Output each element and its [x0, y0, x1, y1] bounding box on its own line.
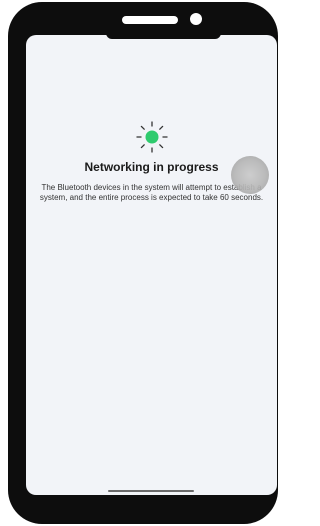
home-indicator[interactable]	[108, 490, 194, 492]
loading-spinner-icon	[136, 121, 168, 153]
front-camera	[190, 13, 202, 25]
notch	[106, 35, 221, 39]
speaker-grille	[122, 16, 178, 24]
touch-indicator	[231, 156, 269, 194]
status-dot	[145, 130, 159, 144]
phone-frame: Networking in progress The Bluetooth dev…	[8, 2, 278, 524]
app-screen: Networking in progress The Bluetooth dev…	[26, 35, 277, 495]
